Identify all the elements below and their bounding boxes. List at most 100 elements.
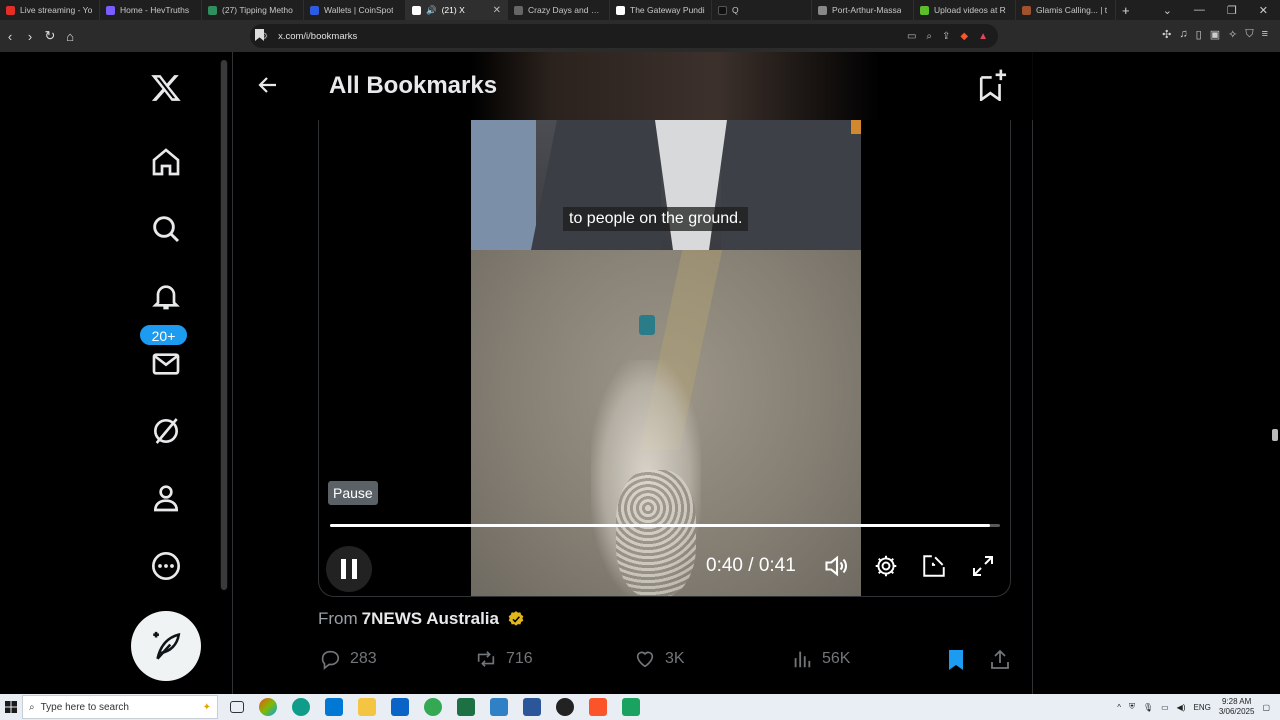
- close-window-icon[interactable]: ✕: [1259, 4, 1268, 17]
- like-count: 3K: [665, 650, 685, 667]
- network-icon[interactable]: ▭: [1161, 703, 1169, 712]
- tab-8[interactable]: Port-Arthur-Massa: [812, 0, 914, 20]
- tab-4-active[interactable]: 🔊 (21) X ✕: [406, 0, 508, 20]
- speaker-tray-icon[interactable]: ◀): [1177, 703, 1186, 712]
- tab-7[interactable]: Q: [712, 0, 812, 20]
- taskbar-clock[interactable]: 9:28 AM 3/06/2025: [1219, 697, 1255, 717]
- obs-icon[interactable]: [556, 698, 574, 716]
- compose-post-button[interactable]: [131, 611, 201, 681]
- reply-button[interactable]: 283: [318, 648, 377, 670]
- leo-icon[interactable]: ✧: [1228, 28, 1237, 41]
- share-button[interactable]: [988, 648, 1012, 672]
- tab-10[interactable]: Glamis Calling... | t: [1016, 0, 1116, 20]
- edge-icon[interactable]: [292, 698, 310, 716]
- page-scrollbar-thumb[interactable]: [221, 60, 227, 590]
- reload-icon[interactable]: ↻: [40, 28, 60, 44]
- address-bar[interactable]: ⚙ x.com/i/bookmarks ▭ ⌕ ⇪ ◆ ▲: [250, 24, 998, 48]
- keyboard-language[interactable]: ENG: [1194, 703, 1211, 712]
- vpn-icon[interactable]: ⛉: [1245, 28, 1253, 41]
- chrome-icon[interactable]: [424, 698, 442, 716]
- windows-taskbar: ⌕ Type here to search ✦ ^ ⛨ 🎙 ▭ ◀) ENG 9…: [0, 694, 1280, 720]
- tab-9[interactable]: Upload videos at R: [914, 0, 1016, 20]
- word-icon[interactable]: [523, 698, 541, 716]
- tab-label: Glamis Calling... | t: [1036, 5, 1108, 15]
- task-view-icon[interactable]: [230, 701, 244, 713]
- video-caption: to people on the ground.: [563, 207, 749, 231]
- close-tab-icon[interactable]: ✕: [493, 5, 501, 16]
- tab-0[interactable]: Live streaming - Yo: [0, 0, 100, 20]
- tab-2[interactable]: (27) Tipping Metho: [202, 0, 304, 20]
- zoom-icon[interactable]: ⌕: [926, 31, 932, 42]
- scene-sleeve: [471, 120, 536, 250]
- puzzle-icon[interactable]: ✣: [1162, 28, 1171, 41]
- taskbar-pinned-apps: [218, 698, 640, 716]
- grok-icon[interactable]: [148, 413, 184, 449]
- fullscreen-button[interactable]: [965, 548, 1001, 584]
- cast-icon[interactable]: ▭: [907, 31, 916, 42]
- excel-icon[interactable]: [457, 698, 475, 716]
- wallet-icon[interactable]: ▣: [1210, 28, 1220, 41]
- windows-start-icon[interactable]: [0, 694, 22, 720]
- notification-center-icon[interactable]: ▢: [1262, 703, 1270, 712]
- tray-security-icon[interactable]: ⛨: [1129, 702, 1135, 712]
- file-explorer-icon[interactable]: [358, 698, 376, 716]
- tray-chevron-icon[interactable]: ^: [1117, 703, 1121, 712]
- forward-nav-icon[interactable]: ›: [20, 29, 40, 44]
- brave-rewards-icon[interactable]: ▲: [978, 31, 988, 42]
- taskbar-search-box[interactable]: ⌕ Type here to search ✦: [22, 695, 218, 719]
- minimize-icon[interactable]: —: [1194, 4, 1205, 17]
- sidebar-toggle-icon[interactable]: ▯: [1196, 28, 1202, 41]
- video-progress-fill: [330, 524, 990, 527]
- tab-6[interactable]: The Gateway Pundi: [610, 0, 712, 20]
- volume-button[interactable]: [819, 548, 855, 584]
- restore-icon[interactable]: ❐: [1227, 4, 1237, 17]
- app-green-icon[interactable]: [622, 698, 640, 716]
- tab-search-icon[interactable]: ⌄: [1163, 4, 1172, 17]
- like-button[interactable]: 3K: [633, 648, 685, 670]
- home-nav-icon[interactable]: [148, 144, 184, 180]
- video-progress-bar[interactable]: [330, 524, 1000, 527]
- mic-icon[interactable]: 🎙: [1143, 703, 1153, 712]
- bookmark-button[interactable]: [945, 648, 967, 672]
- browser-scroll-thumb[interactable]: [1272, 429, 1278, 441]
- back-button[interactable]: [253, 70, 283, 100]
- outlook-icon[interactable]: [391, 698, 409, 716]
- tab-1[interactable]: Home - HevTruths: [100, 0, 202, 20]
- new-bookmark-folder-button[interactable]: [975, 66, 1011, 102]
- analytics-bars-icon: [794, 651, 811, 668]
- home-icon[interactable]: ⌂: [60, 29, 80, 44]
- picture-in-picture-button[interactable]: [916, 548, 952, 584]
- brave-taskbar-icon[interactable]: [589, 698, 607, 716]
- video-player[interactable]: to people on the ground. Pause 0:40 / 0:…: [318, 120, 1011, 597]
- messages-mail-icon[interactable]: [148, 346, 184, 382]
- url-text[interactable]: x.com/i/bookmarks: [278, 31, 357, 42]
- more-options-icon[interactable]: [148, 548, 184, 584]
- store-icon[interactable]: [325, 698, 343, 716]
- fullscreen-icon: [973, 556, 993, 576]
- copilot-icon[interactable]: [259, 698, 277, 716]
- menu-icon[interactable]: ≡: [1262, 28, 1268, 41]
- notifications-bell-icon[interactable]: [148, 278, 184, 314]
- vscode-icon[interactable]: [490, 698, 508, 716]
- settings-button[interactable]: [868, 548, 904, 584]
- reply-count: 283: [350, 650, 377, 667]
- brave-shield-icon[interactable]: ◆: [960, 31, 968, 42]
- views-button[interactable]: 56K: [790, 648, 850, 670]
- back-nav-icon[interactable]: ‹: [0, 29, 20, 44]
- view-count: 56K: [822, 650, 851, 667]
- share-icon[interactable]: ⇪: [942, 31, 950, 42]
- repost-button[interactable]: 716: [474, 648, 533, 670]
- source-account-link[interactable]: 7NEWS Australia: [362, 609, 499, 629]
- tab-5[interactable]: Crazy Days and Nig: [508, 0, 610, 20]
- video-time: 0:40 / 0:41: [706, 555, 796, 576]
- new-tab-button[interactable]: +: [1116, 0, 1136, 20]
- search-nav-icon[interactable]: [148, 211, 184, 247]
- verified-gold-icon: [508, 611, 524, 626]
- pause-button[interactable]: [326, 546, 372, 592]
- tab-3[interactable]: Wallets | CoinSpot: [304, 0, 406, 20]
- profile-icon[interactable]: [148, 480, 184, 516]
- music-icon[interactable]: ♫: [1179, 28, 1187, 41]
- x-logo-icon[interactable]: [148, 70, 184, 106]
- tab-favicon-icon: [514, 5, 523, 15]
- browser-toolbar: ‹ › ↻ ⌂ ⚙ x.com/i/bookmarks ▭ ⌕ ⇪ ◆ ▲ ✣ …: [0, 20, 1280, 52]
